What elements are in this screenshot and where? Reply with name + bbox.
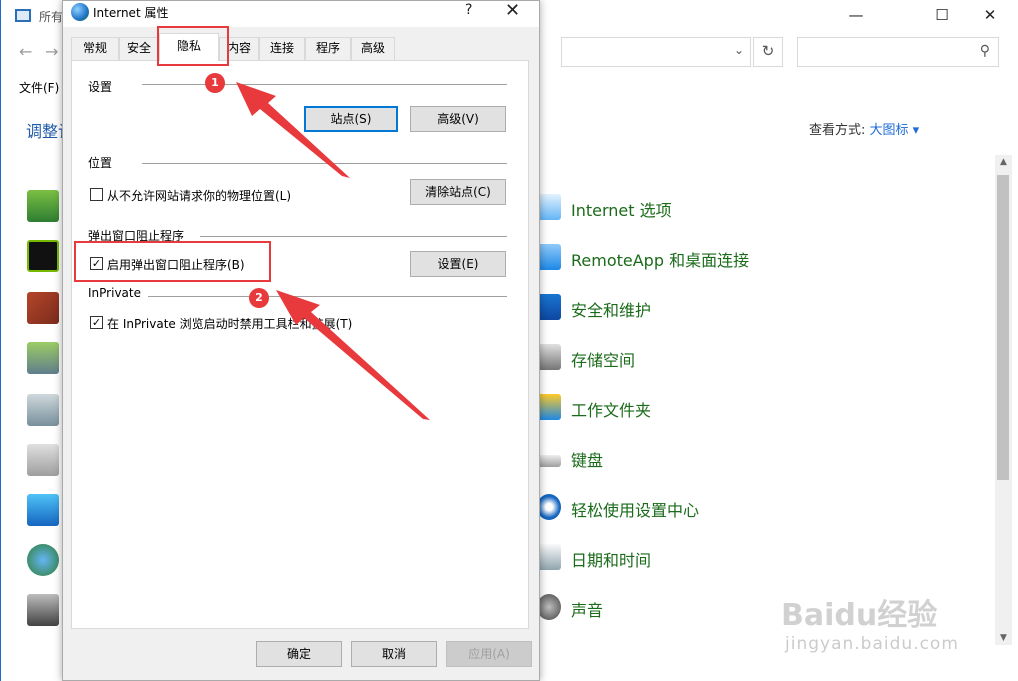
address-bar[interactable]: ⌄ <box>561 37 751 67</box>
ease-of-access-icon <box>537 494 561 520</box>
inprivate-heading: InPrivate <box>88 286 145 300</box>
globe-icon <box>71 3 89 21</box>
work-folders-icon <box>537 394 561 420</box>
cp-item-keyboard[interactable]: 键盘 <box>537 441 977 475</box>
defaults-icon[interactable] <box>27 494 59 526</box>
control-panel-icon <box>15 9 31 22</box>
watermark-logo: Baidu经验 <box>781 598 938 633</box>
cp-left-icon-1[interactable] <box>27 190 59 222</box>
annotation-badge-1: 1 <box>205 73 225 93</box>
cp-item-label: 轻松使用设置中心 <box>571 501 700 520</box>
internet-properties-dialog: Internet 属性 ? ✕ 常规 安全 隐私 内容 连接 程序 高级 设置 … <box>62 0 540 681</box>
tab-advanced[interactable]: 高级 <box>351 37 395 60</box>
cp-item-security[interactable]: 安全和维护 <box>537 291 977 325</box>
internet-options-icon <box>537 194 561 220</box>
cp-item-ease-of-access[interactable]: 轻松使用设置中心 <box>537 491 977 525</box>
inprivate-checkbox-label: 在 InPrivate 浏览启动时禁用工具栏和扩展(T) <box>107 317 353 331</box>
nvidia-icon[interactable] <box>27 240 59 272</box>
keyboard-icon <box>537 455 561 467</box>
scrollbar-thumb[interactable] <box>997 175 1009 480</box>
divider <box>142 163 507 164</box>
flag-icon <box>537 294 561 320</box>
search-icon: ⚲ <box>979 43 990 59</box>
sync-icon[interactable] <box>27 342 59 374</box>
annotation-badge-2: 2 <box>249 288 269 308</box>
location-checkbox[interactable] <box>90 188 103 201</box>
cp-item-label: 存储空间 <box>571 351 636 370</box>
cp-item-remoteapp[interactable]: RemoteApp 和桌面连接 <box>537 241 977 275</box>
divider <box>200 236 507 237</box>
tab-strip: 常规 安全 隐私 内容 连接 程序 高级 <box>71 33 531 61</box>
dialog-title: Internet 属性 <box>93 6 169 20</box>
device-icon[interactable] <box>27 594 59 626</box>
vertical-scrollbar[interactable]: ▲ ▼ <box>995 155 1012 645</box>
storage-icon <box>537 344 561 370</box>
tab-privacy[interactable]: 隐私 <box>159 33 219 61</box>
maximize-icon[interactable]: ☐ <box>919 0 965 32</box>
phone-modem-icon[interactable] <box>27 394 59 426</box>
cp-item-label: RemoteApp 和桌面连接 <box>571 251 750 270</box>
view-by: 查看方式: 大图标 ▾ <box>809 119 919 138</box>
scroll-up-icon[interactable]: ▲ <box>995 157 1012 167</box>
cp-item-work-folders[interactable]: 工作文件夹 <box>537 391 977 425</box>
settings-heading: 设置 <box>88 78 117 95</box>
location-checkbox-label: 从不允许网站请求你的物理位置(L) <box>107 189 292 203</box>
apply-button[interactable]: 应用(A) <box>446 641 532 667</box>
tab-programs[interactable]: 程序 <box>305 37 351 60</box>
refresh-icon[interactable]: ↻ <box>753 37 783 67</box>
cp-item-label: 键盘 <box>571 451 604 470</box>
popup-settings-button[interactable]: 设置(E) <box>410 251 506 277</box>
cp-item-internet-options[interactable]: Internet 选项 <box>537 191 977 225</box>
view-by-label: 查看方式: <box>809 123 866 138</box>
cp-item-label: 声音 <box>571 601 604 620</box>
location-heading: 位置 <box>88 154 117 171</box>
divider <box>148 296 507 297</box>
region-icon[interactable] <box>27 544 59 576</box>
remoteapp-icon <box>537 244 561 270</box>
minimize-icon[interactable]: — <box>833 0 879 32</box>
firewall-icon[interactable] <box>27 292 59 324</box>
close-window-icon[interactable]: ✕ <box>967 0 1013 32</box>
search-input[interactable]: ⚲ <box>797 37 999 67</box>
back-arrow-icon[interactable]: ← <box>19 42 32 61</box>
cp-item-label: 安全和维护 <box>571 301 652 320</box>
tab-security[interactable]: 安全 <box>119 37 159 60</box>
cp-window-title: 所有 <box>39 10 64 24</box>
inprivate-checkbox[interactable]: ✓ <box>90 316 103 329</box>
dialog-titlebar: Internet 属性 ? ✕ <box>63 0 539 27</box>
chevron-down-icon[interactable]: ⌄ <box>734 43 744 57</box>
tab-connections[interactable]: 连接 <box>259 37 305 60</box>
cp-item-storage[interactable]: 存储空间 <box>537 341 977 375</box>
forward-arrow-icon[interactable]: → <box>45 42 58 61</box>
programs-icon[interactable] <box>27 444 59 476</box>
ok-button[interactable]: 确定 <box>256 641 342 667</box>
cancel-button[interactable]: 取消 <box>351 641 437 667</box>
cp-item-date-time[interactable]: 日期和时间 <box>537 541 977 575</box>
inprivate-checkbox-row[interactable]: ✓ 在 InPrivate 浏览启动时禁用工具栏和扩展(T) <box>90 314 390 332</box>
menu-file[interactable]: 文件(F) <box>19 79 59 96</box>
cp-item-label: Internet 选项 <box>571 201 672 220</box>
scroll-down-icon[interactable]: ▼ <box>995 633 1012 643</box>
speaker-icon <box>537 594 561 620</box>
watermark-url: jingyan.baidu.com <box>785 634 959 654</box>
cp-item-label: 工作文件夹 <box>571 401 652 420</box>
privacy-panel: 设置 站点(S) 高级(V) 位置 从不允许网站请求你的物理位置(L) 清除站点… <box>71 60 529 629</box>
divider <box>142 84 507 85</box>
sites-button[interactable]: 站点(S) <box>304 106 398 132</box>
view-by-dropdown[interactable]: 大图标 ▾ <box>870 123 920 138</box>
location-checkbox-row[interactable]: 从不允许网站请求你的物理位置(L) <box>90 186 330 204</box>
annotation-highlight-popup-checkbox <box>74 241 271 282</box>
clock-icon <box>537 544 561 570</box>
cp-item-label: 日期和时间 <box>571 551 652 570</box>
help-button[interactable]: ? <box>465 2 472 18</box>
advanced-button[interactable]: 高级(V) <box>410 106 506 132</box>
clear-sites-button[interactable]: 清除站点(C) <box>410 179 506 205</box>
tab-general[interactable]: 常规 <box>71 37 119 60</box>
close-icon[interactable]: ✕ <box>505 0 520 21</box>
